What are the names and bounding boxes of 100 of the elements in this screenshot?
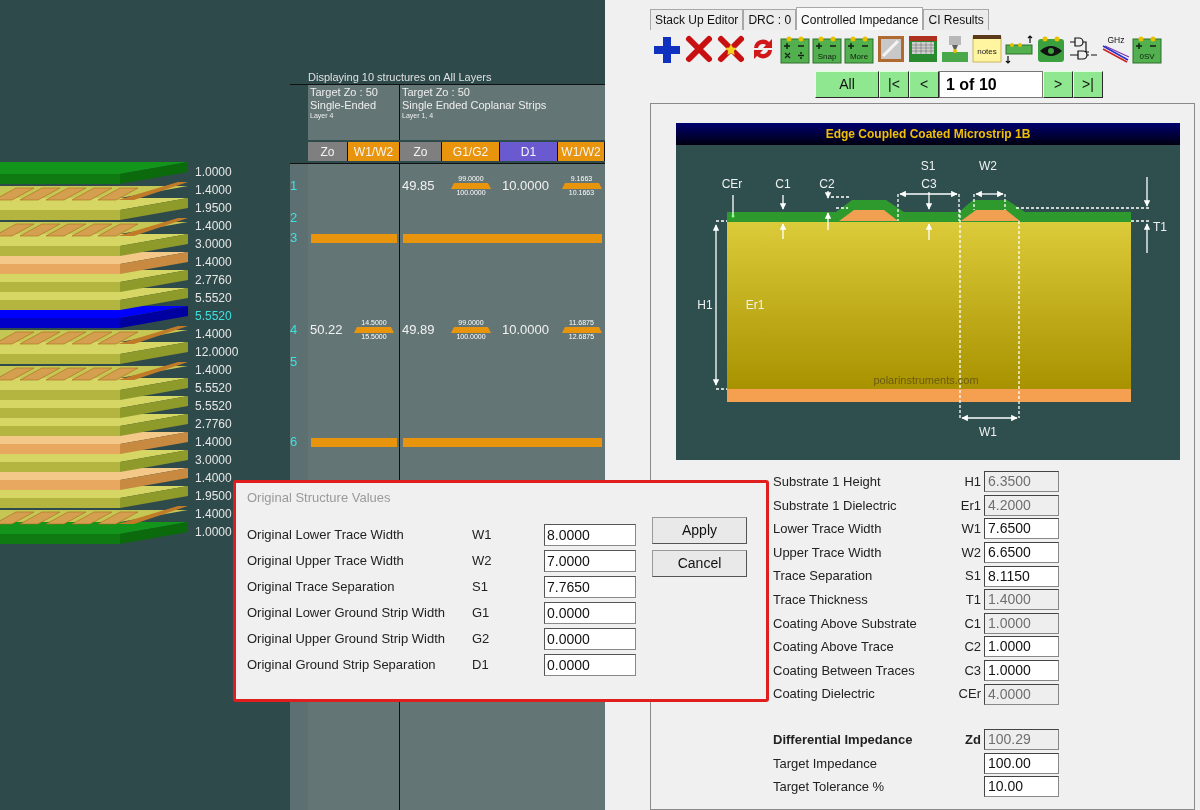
layer-thickness-text: 2.7760 — [195, 272, 232, 289]
field-label: Original Upper Trace Width — [247, 552, 405, 571]
nav-button[interactable]: >| — [1073, 71, 1103, 98]
dimension-label: S1 — [920, 159, 936, 173]
dialog-title: Original Structure Values — [247, 489, 391, 507]
frame-icon[interactable] — [876, 34, 906, 64]
symbol-label: C2 — [963, 638, 982, 657]
column-header: D1 — [500, 142, 558, 161]
layer-number: 6 — [290, 433, 298, 452]
dimension-label: H1 — [697, 298, 713, 312]
layer-thickness-text: 1.4000 — [195, 362, 232, 379]
credit-text: polarinstruments.com — [873, 374, 979, 386]
field-label: Trace Separation — [773, 567, 874, 586]
value-field[interactable]: 7.0000 — [544, 550, 636, 572]
notes-icon[interactable]: notes — [972, 34, 1002, 64]
nav-button[interactable]: < — [909, 71, 939, 98]
diagram-title: Edge Coupled Coated Microstrip 1B — [676, 123, 1180, 145]
symbol-label: W1 — [960, 520, 982, 539]
field-label: Coating Dielectric — [773, 685, 876, 704]
dimension-label: Er1 — [745, 298, 765, 312]
layer-thickness-text: 1.4000 — [195, 254, 232, 271]
target-text: Target Zo : 50 — [402, 86, 470, 99]
delete-star-icon[interactable] — [716, 34, 746, 64]
nav-button[interactable]: > — [1043, 71, 1073, 98]
impedance-value: 10.0000 — [501, 321, 549, 340]
trace-shape — [451, 183, 491, 189]
layer-thickness-text: 1.0000 — [195, 164, 232, 181]
symbol-label: W1 — [472, 526, 493, 545]
column-header: W1/W2 — [348, 142, 400, 161]
tab[interactable]: Stack Up Editor — [650, 9, 744, 30]
circuit-board-icon[interactable] — [908, 34, 938, 64]
plus-icon[interactable] — [652, 34, 682, 64]
value-field[interactable]: 7.6500 — [984, 518, 1059, 540]
value-field[interactable]: 10.00 — [984, 776, 1059, 798]
symbol-label: D1 — [472, 656, 490, 675]
dimension-label: C1 — [775, 177, 791, 191]
symbol-label: Er1 — [959, 496, 982, 515]
value-field[interactable]: 0.0000 — [544, 602, 636, 624]
symbol-label: C3 — [963, 661, 982, 680]
field-label: Substrate 1 Dielectric — [773, 496, 898, 515]
eye-icon[interactable] — [1036, 34, 1066, 64]
dialog-button[interactable]: Apply — [652, 517, 747, 544]
field-label: Original Lower Trace Width — [247, 526, 405, 545]
structure-type-text: Single-Ended — [310, 99, 377, 112]
dialog-button[interactable]: Cancel — [652, 550, 747, 577]
layer-number: 5 — [290, 353, 298, 372]
symbol-label: S1 — [964, 567, 982, 586]
layer-number: 4 — [290, 321, 298, 340]
probe-icon[interactable] — [940, 34, 970, 64]
layer-thickness-text: 1.4000 — [195, 506, 232, 523]
value-field[interactable]: 7.7650 — [544, 576, 636, 598]
symbol-label: G2 — [472, 630, 491, 649]
layer-thickness-text: 2.7760 — [195, 416, 232, 433]
dimension-label: T1 — [1153, 220, 1167, 234]
column-header: W1/W2 — [558, 142, 605, 161]
impedance-value: 49.89 — [401, 321, 435, 340]
tab[interactable]: DRC : 0 — [743, 9, 797, 30]
layer-thickness-text: 1.0000 — [195, 524, 232, 541]
symbol-label: S1 — [472, 578, 489, 597]
symbol-label: CEr — [957, 685, 982, 704]
dimension-label: W2 — [979, 159, 997, 173]
value-field[interactable]: 8.0000 — [544, 524, 636, 546]
value-field[interactable]: 100.00 — [984, 752, 1059, 774]
nav-button[interactable]: All — [815, 71, 879, 98]
nav-button[interactable]: |< — [879, 71, 909, 98]
field-label: Lower Trace Width — [773, 520, 883, 539]
trace-shape — [451, 327, 491, 333]
column-header: G1/G2 — [442, 142, 500, 161]
value-field[interactable]: 1.0000 — [984, 636, 1059, 658]
layer-thickness-text: 1.4000 — [195, 326, 232, 343]
dimension-label: W1 — [979, 425, 997, 439]
field-label: Trace Thickness — [773, 591, 869, 609]
value-field[interactable]: 1.0000 — [984, 660, 1059, 682]
field-label: Original Upper Ground Strip Width — [247, 630, 446, 649]
layer-thickness-text: 1.4000 — [195, 218, 232, 235]
delete-icon[interactable] — [684, 34, 714, 64]
impedance-value: 49.85 — [401, 177, 435, 196]
dimension-label: C2 — [819, 177, 835, 191]
tab[interactable]: CI Results — [923, 9, 989, 30]
layer-thickness-text: 1.4000 — [195, 470, 232, 487]
page-field[interactable]: 1 of 10 — [939, 71, 1043, 98]
layer-thickness-text: 5.5520 — [195, 308, 232, 325]
structure-type-text: Single Ended Coplanar Strips — [402, 99, 547, 112]
field-label: Original Lower Ground Strip Width — [247, 604, 446, 623]
column-header: Zo — [308, 142, 348, 161]
symbol-label: W2 — [960, 543, 982, 562]
layer-thickness-text: 1.4000 — [195, 434, 232, 451]
value-field[interactable]: 0.0000 — [544, 628, 636, 650]
impedance-value: 50.22 — [309, 321, 343, 340]
layer-thickness-text: 1.9500 — [195, 200, 232, 217]
column-header: Zo — [400, 142, 442, 161]
field-label: Upper Trace Width — [773, 543, 883, 562]
value-field[interactable]: 8.1150 — [984, 565, 1059, 587]
value-field[interactable]: 6.6500 — [984, 542, 1059, 564]
layer-number: 2 — [290, 209, 298, 228]
layer-arrows-icon[interactable] — [1004, 34, 1034, 64]
tab[interactable]: Controlled Impedance — [796, 7, 924, 30]
calculator-icon[interactable] — [780, 34, 810, 64]
dimension-label: CEr — [721, 177, 743, 191]
value-field[interactable]: 0.0000 — [544, 654, 636, 676]
